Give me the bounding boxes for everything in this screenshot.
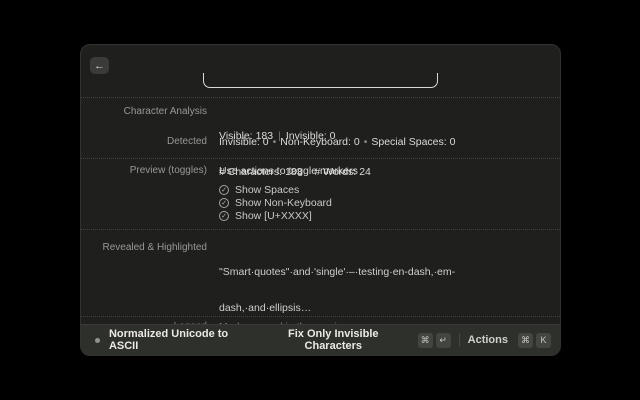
back-button[interactable]: ← bbox=[90, 57, 109, 74]
action-bar-separator bbox=[459, 334, 460, 346]
checkbox-checked-icon[interactable]: ✓ bbox=[219, 198, 229, 208]
bullet-separator: • bbox=[360, 136, 372, 148]
detected-label: Detected bbox=[81, 136, 207, 148]
revealed-highlighted-label: Revealed & Highlighted bbox=[81, 242, 207, 254]
toggle-show-unicode-codes[interactable]: ✓ Show [U+XXXX] bbox=[219, 210, 312, 222]
status-group: Normalized Unicode to ASCII bbox=[90, 328, 259, 352]
preview-toggles-label: Preview (toggles) bbox=[81, 165, 207, 177]
action-bar-right: Fix Only Invisible Characters ⌘ ↵ Action… bbox=[259, 328, 551, 352]
status-dot-icon bbox=[95, 338, 100, 343]
preview-toggles-hint: Use actions to toggle markers bbox=[219, 165, 358, 177]
back-arrow-icon: ← bbox=[94, 58, 105, 74]
toggle-show-spaces[interactable]: ✓ Show Spaces bbox=[219, 184, 299, 196]
action-bar: Normalized Unicode to ASCII Fix Only Inv… bbox=[81, 324, 560, 355]
checkbox-checked-icon[interactable]: ✓ bbox=[219, 211, 229, 221]
detected-values: Invisible: 0•Non-Keyboard: 0•Special Spa… bbox=[219, 136, 455, 148]
revealed-line: "Smart·quotes"·and·'single'·–·testing·en… bbox=[219, 266, 489, 278]
section-divider bbox=[81, 229, 560, 230]
detected-special-spaces: Special Spaces: 0 bbox=[371, 136, 455, 148]
character-analysis-label: Character Analysis bbox=[81, 106, 207, 118]
actions-label: Actions bbox=[468, 334, 508, 346]
fix-only-invisible-characters-button[interactable]: Fix Only Invisible Characters ⌘ ↵ bbox=[259, 328, 451, 352]
command-key-icon: ⌘ bbox=[418, 333, 433, 348]
command-key-icon: ⌘ bbox=[518, 333, 533, 348]
detected-invisible: Invisible: 0 bbox=[219, 136, 269, 148]
toggle-label: Show Spaces bbox=[235, 184, 299, 196]
actions-menu-button[interactable]: Actions ⌘ K bbox=[468, 333, 551, 348]
toggle-label: Show [U+XXXX] bbox=[235, 210, 312, 222]
checkbox-checked-icon[interactable]: ✓ bbox=[219, 185, 229, 195]
app-window: ← Character Analysis Visible: 183|Invisi… bbox=[80, 44, 561, 356]
toggle-label: Show Non-Keyboard bbox=[235, 197, 332, 209]
section-divider bbox=[81, 97, 560, 98]
toggle-show-non-keyboard[interactable]: ✓ Show Non-Keyboard bbox=[219, 197, 332, 209]
return-key-icon: ↵ bbox=[436, 333, 451, 348]
revealed-line: dash,·and·ellipsis… bbox=[219, 302, 489, 314]
detected-non-keyboard: Non-Keyboard: 0 bbox=[280, 136, 359, 148]
primary-action-label: Fix Only Invisible Characters bbox=[259, 328, 408, 352]
k-key-icon: K bbox=[536, 333, 551, 348]
text-input-bottom-edge[interactable] bbox=[203, 73, 438, 88]
bullet-separator: • bbox=[269, 136, 281, 148]
status-text: Normalized Unicode to ASCII bbox=[109, 328, 259, 352]
